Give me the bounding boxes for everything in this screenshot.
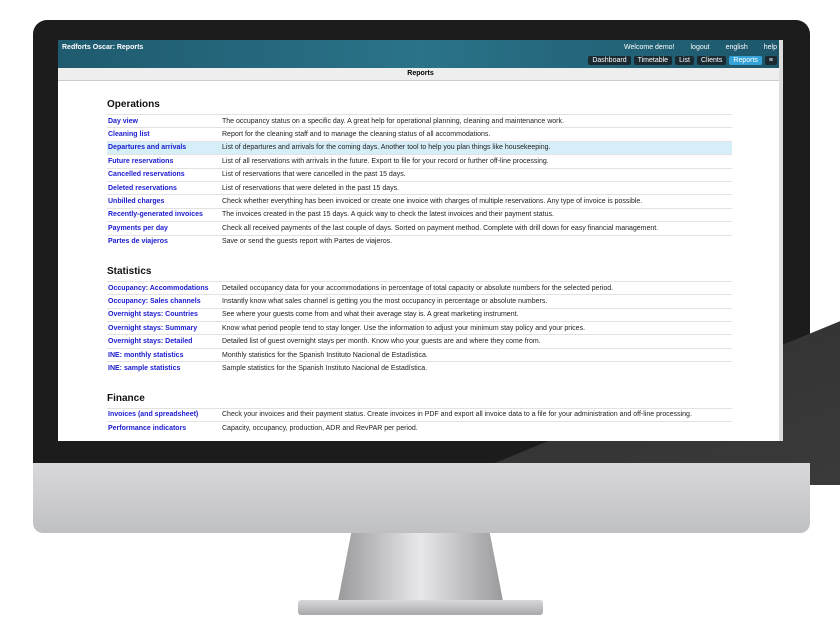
table-row: Overnight stays: Detailed Detailed list o… [107,334,732,349]
report-description: List of all reservations with arrivals i… [221,154,732,169]
tab-timetable[interactable]: Timetable [633,56,673,65]
report-link[interactable]: Departures and arrivals [107,140,221,155]
report-link[interactable]: Occupancy: Sales channels [107,294,221,309]
table-row: Departures and arrivals List of departure… [107,140,732,155]
report-description: Know what period people tend to stay lon… [221,321,732,335]
report-table: Occupancy: Accommodations Detailed occupa… [107,280,732,375]
help-link[interactable]: help [764,44,777,51]
report-link[interactable]: Overnight stays: Countries [107,307,221,322]
app-title: Redforts Oscar: Reports [62,44,144,51]
welcome-text: Welcome demo! [624,44,675,51]
table-row: Deleted reservations List of reservations… [107,180,732,195]
table-row: Overnight stays: Countries See where your… [107,307,732,322]
table-row: Future reservations List of all reservati… [107,154,732,169]
main-tabs: Dashboard Timetable List Clients Reports ≡ [588,56,777,65]
report-description: Check your invoices and their payment st… [221,407,732,422]
header-bar: Redforts Oscar: Reports Welcome demo! lo… [58,40,783,68]
report-link[interactable]: Day view [107,113,221,128]
report-link[interactable]: Payments per day [107,221,221,236]
table-row: Partes de viajeros Save or send the guest… [107,234,732,248]
report-description: List of reservations that were cancelled… [221,167,732,182]
monitor-chin [33,463,810,533]
table-row: Occupancy: Sales channels Instantly know … [107,294,732,309]
report-description: Report for the cleaning staff and to man… [221,127,732,142]
monitor-stand-neck [338,533,503,601]
table-row: Unbilled charges Check whether everything… [107,194,732,209]
report-description: List of reservations that were deleted i… [221,180,732,195]
report-link[interactable]: Partes de viajeros [107,234,221,248]
tab-dashboard[interactable]: Dashboard [588,56,631,65]
section-heading: Operations [107,99,160,110]
monitor-stand-base [298,600,543,615]
table-row: Day view The occupancy status on a specif… [107,113,732,128]
report-link[interactable]: Performance indicators [107,421,221,435]
report-description: Save or send the guests report with Part… [221,234,732,248]
table-row: Performance indicators Capacity, occupanc… [107,421,732,435]
report-link[interactable]: Future reservations [107,154,221,169]
report-description: Capacity, occupancy, production, ADR and… [221,421,732,435]
table-row: Invoices (and spreadsheet) Check your inv… [107,407,732,422]
report-link[interactable]: Recently-generated invoices [107,207,221,222]
tab-reports[interactable]: Reports [729,56,762,65]
report-description: Detailed occupancy data for your accommo… [221,280,732,295]
report-table: Day view The occupancy status on a specif… [107,113,732,248]
report-link[interactable]: Cancelled reservations [107,167,221,182]
user-nav: Welcome demo! logout english help [624,44,777,51]
report-description: The occupancy status on a specific day. … [221,113,732,128]
table-row: Overnight stays: Summary Know what period… [107,321,732,335]
report-link[interactable]: INE: sample statistics [107,361,221,375]
logout-link[interactable]: logout [691,44,710,51]
report-link[interactable]: Unbilled charges [107,194,221,209]
table-row: Occupancy: Accommodations Detailed occupa… [107,280,732,295]
report-link[interactable]: Deleted reservations [107,180,221,195]
report-description: List of departures and arrivals for the … [221,140,732,155]
report-description: Instantly know what sales channel is get… [221,294,732,309]
report-description: Monthly statistics for the Spanish Insti… [221,347,732,362]
report-link[interactable]: Overnight stays: Summary [107,321,221,335]
report-description: Check whether everything has been invoic… [221,194,732,209]
report-table: Invoices (and spreadsheet) Check your inv… [107,407,732,435]
table-row: INE: sample statistics Sample statistics … [107,361,732,375]
report-link[interactable]: Occupancy: Accommodations [107,280,221,295]
report-link[interactable]: Invoices (and spreadsheet) [107,407,221,422]
report-description: Sample statistics for the Spanish Instit… [221,361,732,375]
table-row: INE: monthly statistics Monthly statistic… [107,347,732,362]
page-title: Reports [58,68,783,81]
report-description: See where your guests come from and what… [221,307,732,322]
table-row: Payments per day Check all received payme… [107,221,732,236]
report-description: The invoices created in the past 15 days… [221,207,732,222]
report-link[interactable]: INE: monthly statistics [107,347,221,362]
language-link[interactable]: english [726,44,748,51]
reports-content: Operations Day view The occupancy status o… [58,99,783,435]
section-heading: Statistics [107,265,152,277]
report-description: Detailed list of guest overnight stays p… [221,334,732,349]
table-row: Recently-generated invoices The invoices … [107,207,732,222]
tab-clients[interactable]: Clients [696,56,727,65]
section-heading: Finance [107,392,145,404]
report-description: Check all received payments of the last … [221,221,732,236]
table-row: Cancelled reservations List of reservatio… [107,167,732,182]
app-window: Redforts Oscar: Reports Welcome demo! lo… [58,40,783,441]
tab-list[interactable]: List [675,56,694,65]
scrollbar[interactable] [779,40,783,441]
menu-button[interactable]: ≡ [764,56,777,65]
report-link[interactable]: Cleaning list [107,127,221,142]
table-row: Cleaning list Report for the cleaning sta… [107,127,732,142]
report-link[interactable]: Overnight stays: Detailed [107,334,221,349]
